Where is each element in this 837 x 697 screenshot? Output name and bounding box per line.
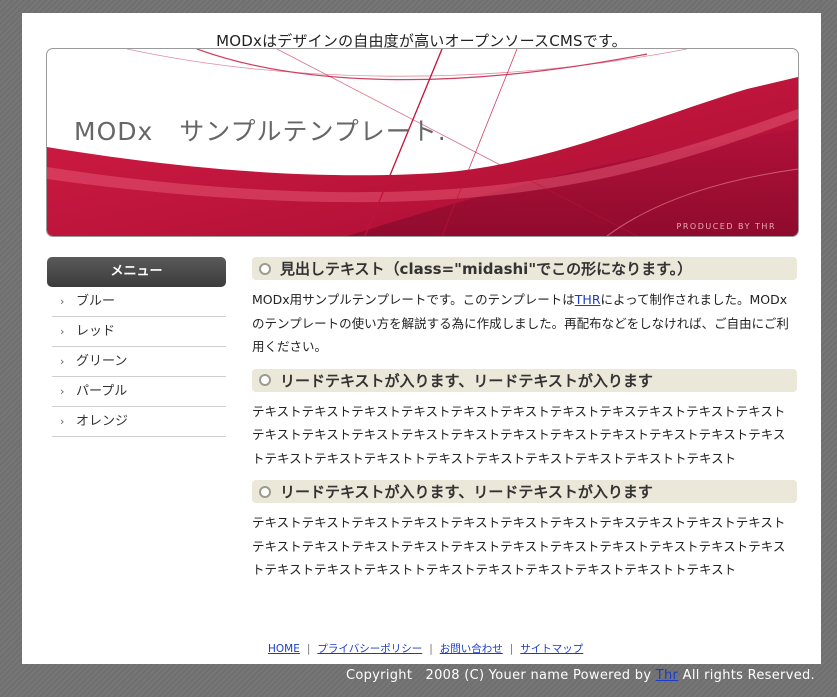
- copyright-suffix: All rights Reserved.: [678, 668, 815, 683]
- menu-item-red[interactable]: › レッド: [52, 317, 226, 347]
- copyright-prefix: Copyright 2008 (C) Youer name Powered by: [346, 668, 656, 683]
- copyright-thr-link[interactable]: Thr: [656, 668, 678, 683]
- menu-item-label: グリーン: [76, 354, 128, 369]
- menu-item-label: ブルー: [76, 294, 116, 309]
- chevron-right-icon: ›: [60, 325, 65, 338]
- header-banner: MODx サンプルテンプレート. PRODUCED BY THR: [46, 48, 799, 237]
- thr-link[interactable]: THR: [575, 292, 601, 307]
- chevron-right-icon: ›: [60, 295, 65, 308]
- menu-item-label: レッド: [76, 324, 116, 339]
- footer-separator: |: [429, 643, 433, 655]
- footer-separator: |: [509, 643, 514, 655]
- section-heading: リードテキストが入ります、リードテキストが入ります: [252, 368, 797, 392]
- menu-item-label: パープル: [76, 384, 128, 399]
- circle-bullet-icon: [259, 374, 271, 386]
- section-heading: リードテキストが入ります、リードテキストが入ります: [252, 480, 797, 503]
- circle-bullet-icon: [259, 262, 271, 275]
- menu-item-purple[interactable]: › パープル: [52, 377, 226, 407]
- sidebar-menu: メニュー › ブルー › レッド › グリーン › パープル › オレンジ: [47, 257, 226, 437]
- section-heading-text: 見出しテキスト（class="midashi"でこの形になります。）: [280, 260, 693, 278]
- footer-separator: |: [306, 643, 311, 655]
- footer-nav: HOME | プライバシーポリシー | お問い合わせ | サイトマップ: [268, 641, 583, 656]
- chevron-right-icon: ›: [60, 355, 65, 368]
- body-paragraph: テキストテキストテキストテキストテキストテキストテキストテキステキストテキストテ…: [252, 515, 786, 577]
- menu-item-label: オレンジ: [76, 414, 129, 429]
- footer-link-contact[interactable]: お問い合わせ: [440, 643, 503, 655]
- intro-paragraph: MODx用サンプルテンプレートです。このテンプレートはTHRによって制作されまし…: [252, 288, 797, 359]
- main-content: 見出しテキスト（class="midashi"でこの形になります。） MODx用…: [252, 257, 797, 582]
- banner-credit: PRODUCED BY THR: [676, 222, 776, 231]
- footer-link-privacy[interactable]: プライバシーポリシー: [317, 643, 422, 655]
- chevron-right-icon: ›: [60, 385, 65, 398]
- section-heading-text: リードテキストが入ります、リードテキストが入ります: [280, 371, 653, 390]
- chevron-right-icon: ›: [60, 415, 65, 428]
- menu-item-blue[interactable]: › ブルー: [52, 287, 226, 317]
- body-paragraph: テキストテキストテキストテキストテキストテキストテキストテキステキストテキストテ…: [252, 403, 786, 466]
- intro-text-part1: MODx用サンプルテンプレートです。このテンプレートは: [252, 292, 575, 307]
- copyright-notice: Copyright 2008 (C) Youer name Powered by…: [346, 664, 815, 683]
- page-container: MODxはデザインの自由度が高いオープンソースCMSです。 MODx サンプルテ…: [22, 13, 821, 664]
- menu-item-orange[interactable]: › オレンジ: [52, 407, 226, 437]
- footer-link-sitemap[interactable]: サイトマップ: [520, 643, 583, 655]
- menu-list: › ブルー › レッド › グリーン › パープル › オレンジ: [47, 287, 226, 437]
- footer-link-home[interactable]: HOME: [268, 643, 300, 655]
- menu-title: メニュー: [47, 257, 226, 287]
- section-heading-text: リードテキストが入ります、リードテキストが入ります: [280, 483, 653, 501]
- banner-title: MODx サンプルテンプレート.: [74, 117, 447, 146]
- circle-bullet-icon: [259, 485, 271, 498]
- menu-item-green[interactable]: › グリーン: [52, 347, 226, 377]
- section-heading: 見出しテキスト（class="midashi"でこの形になります。）: [252, 257, 797, 280]
